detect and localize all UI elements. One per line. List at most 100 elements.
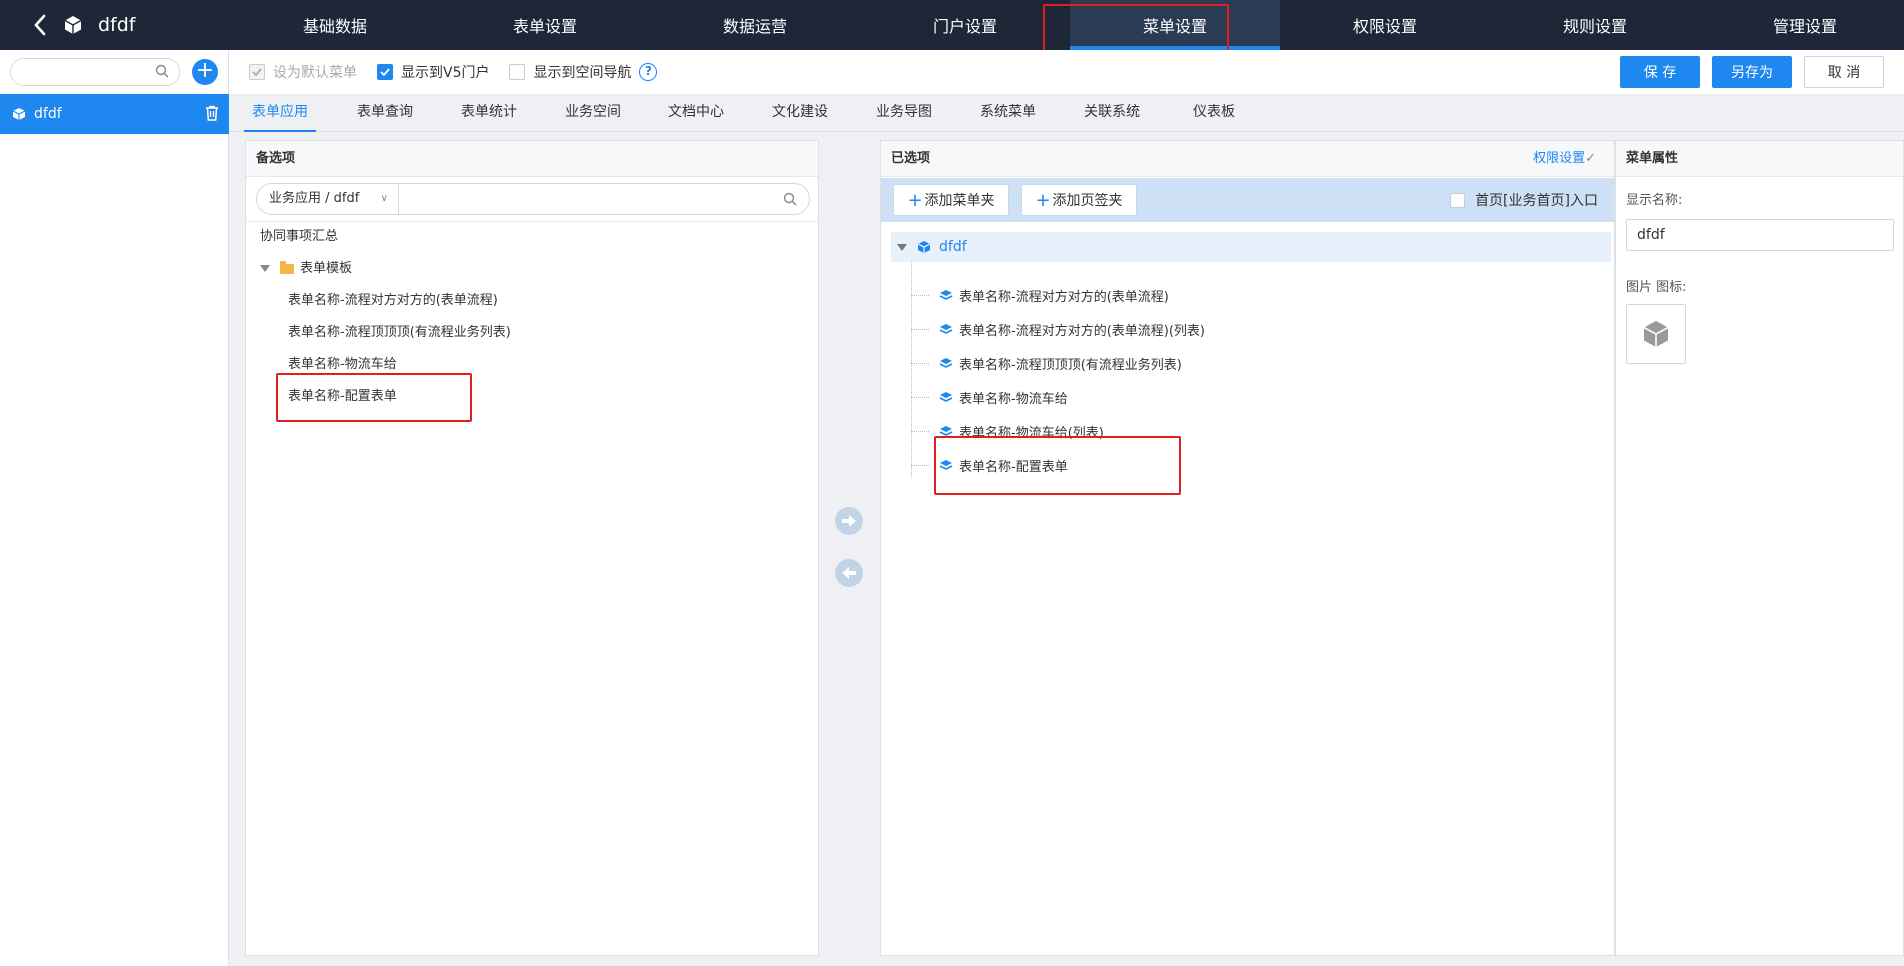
selected-child-item[interactable]: 表单名称-配置表单 [911,453,1068,477]
child-label: 表单名称-配置表单 [959,459,1068,475]
candidate-item[interactable]: 表单名称-配置表单 [288,385,397,404]
back-button[interactable] [20,0,60,50]
menu-icon-picker[interactable] [1626,304,1686,364]
candidates-search-input[interactable] [407,185,783,213]
show-v5-portal-checkbox[interactable]: 显示到V5门户 [377,62,489,82]
save-as-button[interactable]: 另存为 [1712,56,1792,88]
selected-action-bar: + 添加菜单夹 + 添加页签夹 首页[业务首页]入口 [881,178,1614,222]
tab-business-space[interactable]: 业务空间 [563,94,623,132]
selected-child-item[interactable]: 表单名称-流程对方对方的(表单流程) [911,283,1169,307]
tree-connector [911,396,929,398]
expand-triangle-icon[interactable] [260,265,270,272]
add-tab-folder-button[interactable]: + 添加页签夹 [1021,184,1137,216]
nav-item-admin-settings[interactable]: 管理设置 [1700,0,1904,50]
selected-child-item[interactable]: 表单名称-物流车给 [911,385,1068,409]
category-select-value: 业务应用 / dfdf [269,191,360,206]
candidate-item[interactable]: 协同事项汇总 [260,225,338,244]
layers-icon [939,426,953,436]
arrow-left-icon [842,567,856,579]
layers-icon [939,392,953,402]
divider [246,221,818,222]
layers-icon [939,324,953,334]
sidebar-search-input[interactable] [21,59,156,85]
plus-icon: + [1035,189,1051,211]
image-icon-label: 图片 图标: [1626,280,1687,295]
tab-form-query[interactable]: 表单查询 [355,94,415,132]
arrow-right-icon [842,515,856,527]
display-name-input[interactable] [1626,219,1894,251]
cube-icon [917,241,931,253]
checkbox-label: 显示到空间导航 [533,65,632,81]
properties-panel: 菜单属性 显示名称: 图片 图标: [1615,140,1904,956]
permission-settings-link[interactable]: 权限设置✓ [1533,141,1596,177]
sidebar-item-dfdf[interactable]: dfdf [0,94,229,134]
check-icon [252,68,262,76]
child-label: 表单名称-流程顶顶顶(有流程业务列表) [959,357,1182,373]
add-to-selected-button[interactable] [835,507,863,535]
tab-form-application[interactable]: 表单应用 [244,94,316,132]
candidate-item[interactable]: 表单名称-物流车给 [288,353,397,372]
show-space-nav-checkbox[interactable]: 显示到空间导航 [509,62,631,82]
tab-document-center[interactable]: 文档中心 [666,94,726,132]
remove-from-selected-button[interactable] [835,559,863,587]
selected-panel: 已选项 权限设置✓ + 添加菜单夹 + 添加页签夹 首页[业务首页]入口 dfdf … [880,140,1615,956]
search-icon[interactable] [155,64,169,78]
selected-child-item[interactable]: 表单名称-流程顶顶顶(有流程业务列表) [911,351,1182,375]
tab-related-system[interactable]: 关联系统 [1082,94,1142,132]
search-icon[interactable] [783,192,797,206]
trash-icon[interactable] [205,105,219,121]
cube-icon [64,16,82,34]
child-label: 表单名称-物流车给(列表) [959,425,1104,441]
nav-item-data-operation[interactable]: 数据运营 [650,0,860,50]
selected-child-item[interactable]: 表单名称-流程对方对方的(表单流程)(列表) [911,317,1205,341]
checkbox-label: 首页[业务首页]入口 [1475,193,1598,209]
candidate-item[interactable]: 表单名称-流程顶顶顶(有流程业务列表) [288,321,511,340]
candidates-panel: 备选项 业务应用 / dfdf ∨ 协同事项汇总 表单模板 表单名称-流程对方对… [245,140,819,956]
nav-item-rule-settings[interactable]: 规则设置 [1490,0,1700,50]
candidates-filter: 业务应用 / dfdf ∨ [256,183,810,215]
permission-link-label: 权限设置 [1533,151,1586,166]
tab-business-map[interactable]: 业务导图 [874,94,934,132]
save-button[interactable]: 保 存 [1620,56,1700,88]
button-label: 添加页签夹 [1052,193,1123,209]
toolbar: 设为默认菜单 显示到V5门户 显示到空间导航 ? 保 存 另存为 取 消 [229,50,1904,94]
tab-system-menu[interactable]: 系统菜单 [978,94,1038,132]
cancel-button[interactable]: 取 消 [1804,56,1884,88]
home-entry-checkbox[interactable]: 首页[业务首页]入口 [1450,190,1598,210]
folder-icon [280,260,294,274]
tab-dashboard[interactable]: 仪表板 [1190,94,1238,132]
add-menu-folder-button[interactable]: + 添加菜单夹 [893,184,1009,216]
nav-item-permission-settings[interactable]: 权限设置 [1280,0,1490,50]
set-default-menu-checkbox[interactable]: 设为默认菜单 [249,62,357,82]
display-name-label: 显示名称: [1626,193,1683,208]
selected-title-text: 已选项 [891,151,931,166]
nav-item-basic-data[interactable]: 基础数据 [230,0,440,50]
add-menu-button[interactable]: + [192,59,218,85]
candidate-item[interactable]: 表单名称-流程对方对方的(表单流程) [288,289,498,308]
app-logo [62,0,84,50]
child-label: 表单名称-流程对方对方的(表单流程) [959,289,1169,305]
expand-triangle-icon[interactable] [897,243,907,251]
nav-item-portal-settings[interactable]: 门户设置 [860,0,1070,50]
checkbox-label: 设为默认菜单 [273,65,357,81]
plus-icon: + [195,58,215,83]
tab-form-statistics[interactable]: 表单统计 [459,94,519,132]
candidate-folder[interactable]: 表单模板 [260,257,352,276]
tree-connector [911,464,929,466]
child-label: 表单名称-流程对方对方的(表单流程)(列表) [959,323,1205,339]
child-label: 表单名称-物流车给 [959,391,1068,407]
layers-icon [939,460,953,470]
selected-title: 已选项 权限设置✓ [881,141,1614,177]
selected-root-node[interactable]: dfdf [891,232,1611,262]
tab-culture-building[interactable]: 文化建设 [770,94,830,132]
help-icon[interactable]: ? [639,63,658,81]
category-select[interactable]: 业务应用 / dfdf ∨ [257,184,399,214]
checkbox-label: 显示到V5门户 [401,65,490,81]
cube-icon [1643,321,1669,347]
sidebar-search [10,58,180,86]
nav-item-form-settings[interactable]: 表单设置 [440,0,650,50]
button-label: 添加菜单夹 [924,193,995,209]
nav-item-menu-settings[interactable]: 菜单设置 [1070,0,1280,50]
selected-child-item[interactable]: 表单名称-物流车给(列表) [911,419,1104,443]
properties-title: 菜单属性 [1616,141,1903,177]
